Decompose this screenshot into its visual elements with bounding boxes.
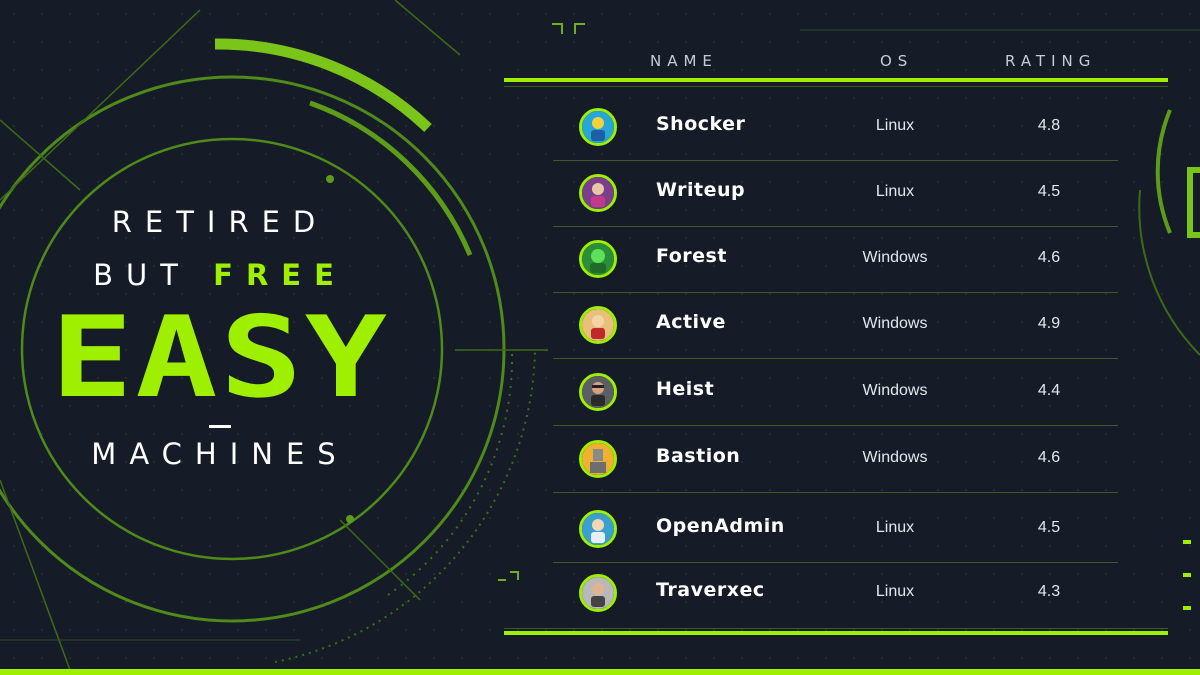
- table-row[interactable]: Shocker Linux 4.8: [553, 95, 1118, 161]
- machine-os: Linux: [875, 583, 915, 600]
- bottom-accent-bar: [0, 669, 1200, 675]
- machine-os: Windows: [862, 315, 928, 332]
- machine-name[interactable]: OpenAdmin: [656, 515, 785, 537]
- hero-line-machines: MACHINES: [91, 436, 349, 471]
- table-row[interactable]: OpenAdmin Linux 4.5: [553, 497, 1118, 563]
- table-bottom-rail: [504, 631, 1168, 635]
- machine-avatar-icon: [579, 240, 617, 278]
- table-row[interactable]: Heist Windows 4.4: [553, 360, 1118, 426]
- machine-name[interactable]: Writeup: [656, 179, 745, 201]
- row-divider: [553, 492, 1118, 493]
- machine-name[interactable]: Active: [656, 311, 726, 333]
- machine-name[interactable]: Bastion: [656, 445, 740, 467]
- machine-os: Linux: [875, 117, 915, 134]
- table-row[interactable]: Bastion Windows 4.6: [553, 427, 1118, 493]
- hero-line-retired: RETIRED: [111, 205, 329, 239]
- hero-easy-word: EASY: [50, 293, 390, 423]
- machine-rating: 4.3: [1037, 583, 1061, 600]
- machine-name[interactable]: Traverxec: [656, 579, 765, 601]
- table-row[interactable]: Traverxec Linux 4.3: [553, 561, 1118, 627]
- hero-separator: [209, 424, 231, 428]
- machine-os: Windows: [862, 449, 928, 466]
- hero-free-text: FREE: [213, 258, 347, 292]
- machine-rating: 4.4: [1037, 382, 1061, 399]
- machine-os: Linux: [875, 183, 915, 200]
- machine-avatar-icon: [579, 510, 617, 548]
- table-bottom-rail-thin: [504, 628, 1168, 629]
- header-name: NAME: [650, 52, 718, 70]
- header-rating: RATING: [1005, 52, 1097, 70]
- machine-name[interactable]: Forest: [656, 245, 727, 267]
- hero-title-block: RETIRED BUT FREE EASY MACHINES: [50, 200, 390, 469]
- machine-avatar-icon: [579, 174, 617, 212]
- machine-os: Linux: [875, 519, 915, 536]
- machine-os: Windows: [862, 382, 928, 399]
- table-top-rail-thin: [504, 86, 1168, 87]
- machine-avatar-icon: [579, 306, 617, 344]
- machine-rating: 4.5: [1037, 183, 1061, 200]
- row-divider: [553, 425, 1118, 426]
- machine-avatar-icon: [579, 574, 617, 612]
- machine-name[interactable]: Shocker: [656, 113, 745, 135]
- machine-name[interactable]: Heist: [656, 378, 714, 400]
- table-row[interactable]: Writeup Linux 4.5: [553, 161, 1118, 227]
- machine-rating: 4.6: [1037, 249, 1061, 266]
- table-row[interactable]: Forest Windows 4.6: [553, 227, 1118, 293]
- table-header: NAME OS RATING: [0, 52, 1200, 72]
- machine-avatar-icon: [579, 440, 617, 478]
- machine-rating: 4.9: [1037, 315, 1061, 332]
- machine-avatar-icon: [579, 108, 617, 146]
- header-os: OS: [880, 52, 914, 70]
- hero-but-text: BUT: [93, 258, 191, 292]
- machine-rating: 4.6: [1037, 449, 1061, 466]
- table-top-rail: [504, 78, 1168, 82]
- machine-os: Windows: [862, 249, 928, 266]
- machine-rating: 4.8: [1037, 117, 1061, 134]
- row-divider: [553, 358, 1118, 359]
- table-row[interactable]: Active Windows 4.9: [553, 293, 1118, 359]
- hero-line-but-free: BUT FREE: [50, 261, 390, 290]
- machine-rating: 4.5: [1037, 519, 1061, 536]
- machine-avatar-icon: [579, 373, 617, 411]
